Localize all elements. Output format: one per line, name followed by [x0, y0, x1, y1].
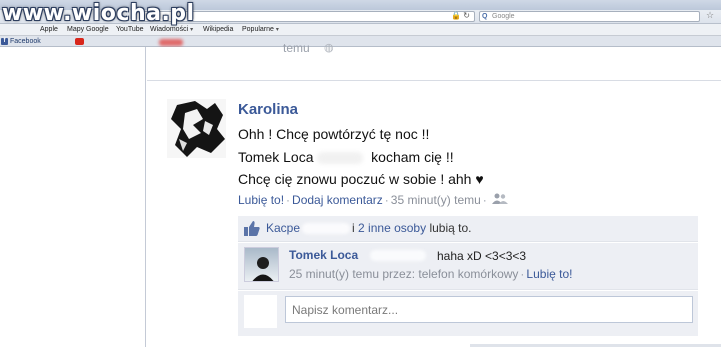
others-link[interactable]: 2 inne osoby [358, 221, 426, 235]
separator-dot: · [384, 193, 389, 207]
watermark: www.wiocha.pl [2, 1, 195, 26]
comment-input[interactable] [285, 296, 693, 323]
search-icon: Q [482, 13, 488, 20]
likes-summary: Kacpe i 2 inne osoby lubią to. [238, 216, 698, 242]
comment-text: haha xD <3<3<3 [437, 249, 527, 263]
chevron-down-icon: ▾ [190, 27, 194, 33]
friends-icon [491, 193, 508, 208]
bookmark-star-icon[interactable]: ☆ [706, 10, 714, 21]
redacted-tab-title [159, 39, 183, 46]
post-text-line-2: Tomek Loca kocham cię !! [238, 149, 454, 165]
post-text-line-3: Chcę cię znowu poczuć w sobie ! ahh ♥ [238, 171, 484, 187]
redacted-name [302, 223, 351, 235]
bookmark-wikipedia[interactable]: Wikipedia [203, 26, 233, 33]
tab-youtube[interactable] [75, 37, 183, 47]
comment-like-link[interactable]: Lubię to! [526, 267, 572, 281]
comment-avatar[interactable] [244, 247, 279, 282]
comment-timestamp[interactable]: 25 minut(y) temu przez: telefon komórkow… [289, 267, 518, 281]
tab-facebook[interactable]: f Facebook [1, 37, 41, 47]
bookmark-mapy-google[interactable]: Mapy Google [67, 26, 109, 33]
tagged-name[interactable]: Tomek Loca [238, 149, 313, 165]
previous-post-time[interactable]: temu [283, 41, 310, 55]
redacted-name [370, 250, 426, 261]
comment-author-name[interactable]: Tomek Loca [289, 248, 358, 262]
add-comment-link[interactable]: Dodaj komentarz [292, 193, 383, 207]
post-divider [147, 80, 721, 81]
separator-dot: · [286, 193, 291, 207]
write-comment-box [238, 291, 698, 336]
search-placeholder: Google [492, 13, 515, 20]
separator-dot: · [482, 193, 487, 207]
bookmark-youtube[interactable]: YouTube [116, 26, 144, 33]
like-link[interactable]: Lubię to! [238, 193, 284, 207]
user-avatar [244, 295, 277, 328]
redacted-name [317, 152, 364, 165]
liker-name[interactable]: Kacpe [266, 221, 300, 235]
tab-strip: f Facebook [0, 36, 721, 47]
left-sidebar [0, 47, 146, 347]
youtube-icon [75, 38, 84, 45]
comment-meta: 25 minut(y) temu przez: telefon komórkow… [289, 267, 572, 281]
chevron-down-icon: ▾ [275, 27, 279, 33]
avatar[interactable] [167, 99, 226, 158]
search-input[interactable]: Q Google [479, 11, 700, 22]
post-actions: Lubię to! · Dodaj komentarz · 35 minut(y) te… [238, 193, 508, 208]
bookmark-wiadomosci[interactable]: Wiadomości ▾ [150, 26, 193, 33]
reload-icon[interactable]: 🔒 ↻ [451, 11, 470, 20]
facebook-icon: f [1, 38, 8, 45]
bookmark-popularne[interactable]: Popularne ▾ [242, 26, 279, 33]
post-author-name[interactable]: Karolina [238, 101, 298, 118]
comment-item: Tomek Loca haha xD <3<3<3 25 minut(y) te… [238, 243, 698, 290]
likes-text: Kacpe i 2 inne osoby lubią to. [266, 221, 472, 235]
post-timestamp[interactable]: 35 minut(y) temu [391, 193, 481, 207]
post-text-line-1: Ohh ! Chcę powtórzyć tę noc !! [238, 126, 430, 142]
thumbs-up-icon [244, 221, 260, 241]
separator-dot: · [520, 267, 525, 281]
globe-icon: ◍ [324, 42, 334, 54]
bookmark-apple[interactable]: Apple [40, 26, 58, 33]
